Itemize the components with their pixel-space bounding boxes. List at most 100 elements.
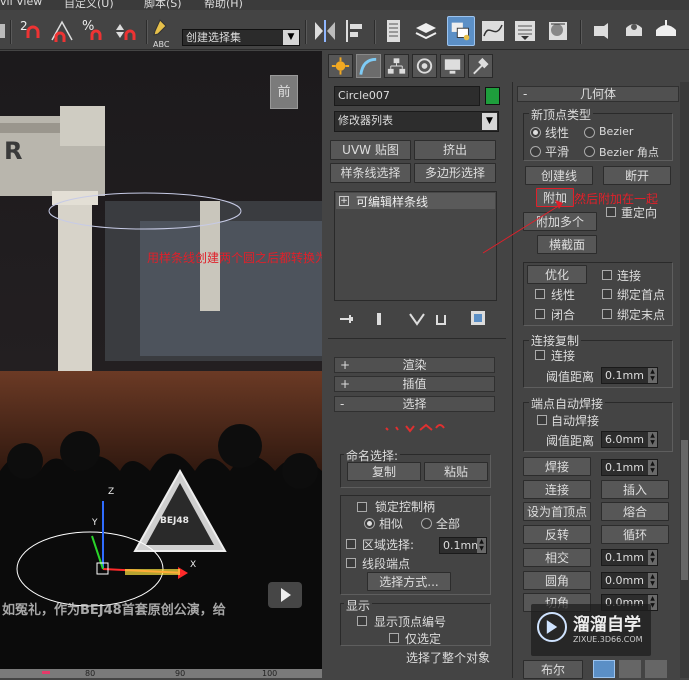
select-by-button[interactable]: 选择方式... [367,572,451,591]
create-line-button[interactable]: 创建线 [525,166,593,185]
chevron-down-icon[interactable]: ▼ [283,30,299,45]
render-production-icon[interactable] [652,16,680,46]
intersect-spinner[interactable]: 0.1mm ▲ ▼ [601,549,658,566]
bezier-corner-radio[interactable] [584,146,595,157]
toolbar-edge-icon[interactable] [0,16,8,46]
hierarchy-tab-icon[interactable] [384,54,409,78]
menu-item-help[interactable]: 帮助(H) [204,0,243,10]
perspective-viewport[interactable]: R 前 用样条线创建两个圆之后都转换为 如冤礼，作为BEJ48首套原创公演，给 … [0,51,322,678]
make-first-button[interactable]: 设为首顶点 [523,502,591,521]
weld-button[interactable]: 焊接 [523,457,591,476]
viewcube-icon[interactable]: 前 [270,75,298,109]
break-button[interactable]: 断开 [603,166,671,185]
threshold-spinner[interactable]: 0.1mm ▲ ▼ [601,367,658,384]
reorient-checkbox[interactable] [606,207,616,217]
object-name-input[interactable]: Circle007 [334,86,480,106]
smooth-radio[interactable] [530,146,541,157]
show-vertex-number-checkbox[interactable] [357,616,367,626]
mirror-icon[interactable] [311,16,339,46]
fuse-button[interactable]: 熔合 [601,502,669,521]
chevron-down-icon[interactable]: ▼ [482,113,497,130]
object-color-swatch[interactable] [485,87,500,105]
material-editor-icon[interactable] [545,16,573,46]
cycle-button[interactable]: 循环 [601,525,669,544]
similar-radio[interactable] [364,518,375,529]
area-select-checkbox[interactable] [346,539,356,549]
bezier-radio[interactable] [584,127,595,138]
bind-last-checkbox[interactable] [602,309,612,319]
fillet-button[interactable]: 圆角 [523,571,591,590]
spline-select-button[interactable]: 样条线选择 [330,163,411,183]
utilities-tab-icon[interactable] [468,54,493,78]
make-unique-icon[interactable] [408,312,426,326]
linear-checkbox[interactable] [535,289,545,299]
connect-button[interactable]: 连接 [523,480,591,499]
modifier-list-dropdown[interactable]: 修改器列表 ▼ [334,111,499,132]
lock-handles-checkbox[interactable] [357,502,367,512]
uvw-map-button[interactable]: UVW 贴图 [330,140,411,160]
named-selection-dropdown[interactable]: 创建选择集 ▼ [182,29,300,46]
layer-manager-icon[interactable] [380,16,408,46]
threshold2-spinner[interactable]: 6.0mm ▲ ▼ [601,431,658,448]
refine-button[interactable]: 优化 [527,265,587,284]
all-radio[interactable] [421,518,432,529]
boolean-intersect-icon[interactable] [645,660,667,678]
snap-2-5d-icon[interactable]: 2 [18,16,46,46]
segment-end-checkbox[interactable] [346,558,356,568]
copy-button[interactable]: 复制 [347,462,421,481]
spinner-snap-icon[interactable] [112,16,140,46]
rendered-frame-icon[interactable] [620,16,648,46]
render-setup-icon[interactable] [588,16,616,46]
insert-button[interactable]: 插入 [601,480,669,499]
boolean-button[interactable]: 布尔 [523,660,583,679]
closed-checkbox[interactable] [535,309,545,319]
menu-item-view[interactable]: vil View [0,0,42,8]
reverse-button[interactable]: 反转 [523,525,591,544]
display-tab-icon[interactable] [440,54,465,78]
panel-scroll-thumb[interactable] [681,440,688,580]
connect-checkbox[interactable] [602,270,612,280]
scene-explorer-icon[interactable] [447,16,475,46]
weld-spinner[interactable]: 0.1mm ▲ ▼ [601,459,658,476]
stack-item[interactable]: + 可编辑样条线 [336,193,495,209]
curve-editor-icon[interactable] [479,16,507,46]
align-icon[interactable] [342,16,370,46]
show-end-result-icon[interactable] [372,312,386,326]
rollout-interpolation[interactable]: + 插值 [334,376,495,392]
expand-plus-icon[interactable]: + [339,196,349,206]
fillet-spinner[interactable]: 0.0mm ▲ ▼ [601,572,658,589]
subobject-level-icons[interactable] [382,422,448,434]
paste-button[interactable]: 粘贴 [424,462,488,481]
menu-item-script[interactable]: 脚本(S) [144,0,182,10]
extrude-button[interactable]: 挤出 [414,140,496,160]
modify-tab-icon[interactable] [356,54,381,78]
create-tab-icon[interactable] [328,54,353,78]
auto-weld-checkbox[interactable] [537,415,547,425]
angle-snap-icon[interactable] [48,16,76,46]
boolean-subtract-icon[interactable] [619,660,641,678]
modifier-stack[interactable]: + 可编辑样条线 [334,191,497,301]
boolean-union-icon[interactable] [593,660,615,678]
attach-button[interactable]: 附加 [536,188,574,207]
configure-sets-icon[interactable] [470,310,486,326]
cross-section-button[interactable]: 横截面 [537,235,597,254]
only-selected-checkbox[interactable] [389,633,399,643]
linear-radio[interactable] [530,127,541,138]
poly-select-button[interactable]: 多边形选择 [414,163,496,183]
motion-tab-icon[interactable] [412,54,437,78]
percent-snap-icon[interactable]: % [80,16,108,46]
panel-scrollbar[interactable] [680,82,689,678]
rollout-render[interactable]: + 渲染 [334,357,495,373]
intersect-button[interactable]: 相交 [523,548,591,567]
menu-item-customize[interactable]: 自定义(U) [64,0,114,10]
area-select-spinner[interactable]: 0.1mm ▲ ▼ [439,537,487,554]
rollout-geometry[interactable]: - 几何体 [517,86,679,102]
schematic-view-icon[interactable] [511,16,539,46]
connect-copy-checkbox[interactable] [535,350,545,360]
layers-icon[interactable] [412,16,440,46]
remove-modifier-icon[interactable] [434,312,448,326]
bind-first-checkbox[interactable] [602,289,612,299]
rollout-selection[interactable]: - 选择 [334,396,495,412]
pin-stack-icon[interactable] [338,312,356,326]
attach-multiple-button[interactable]: 附加多个 [523,212,597,231]
